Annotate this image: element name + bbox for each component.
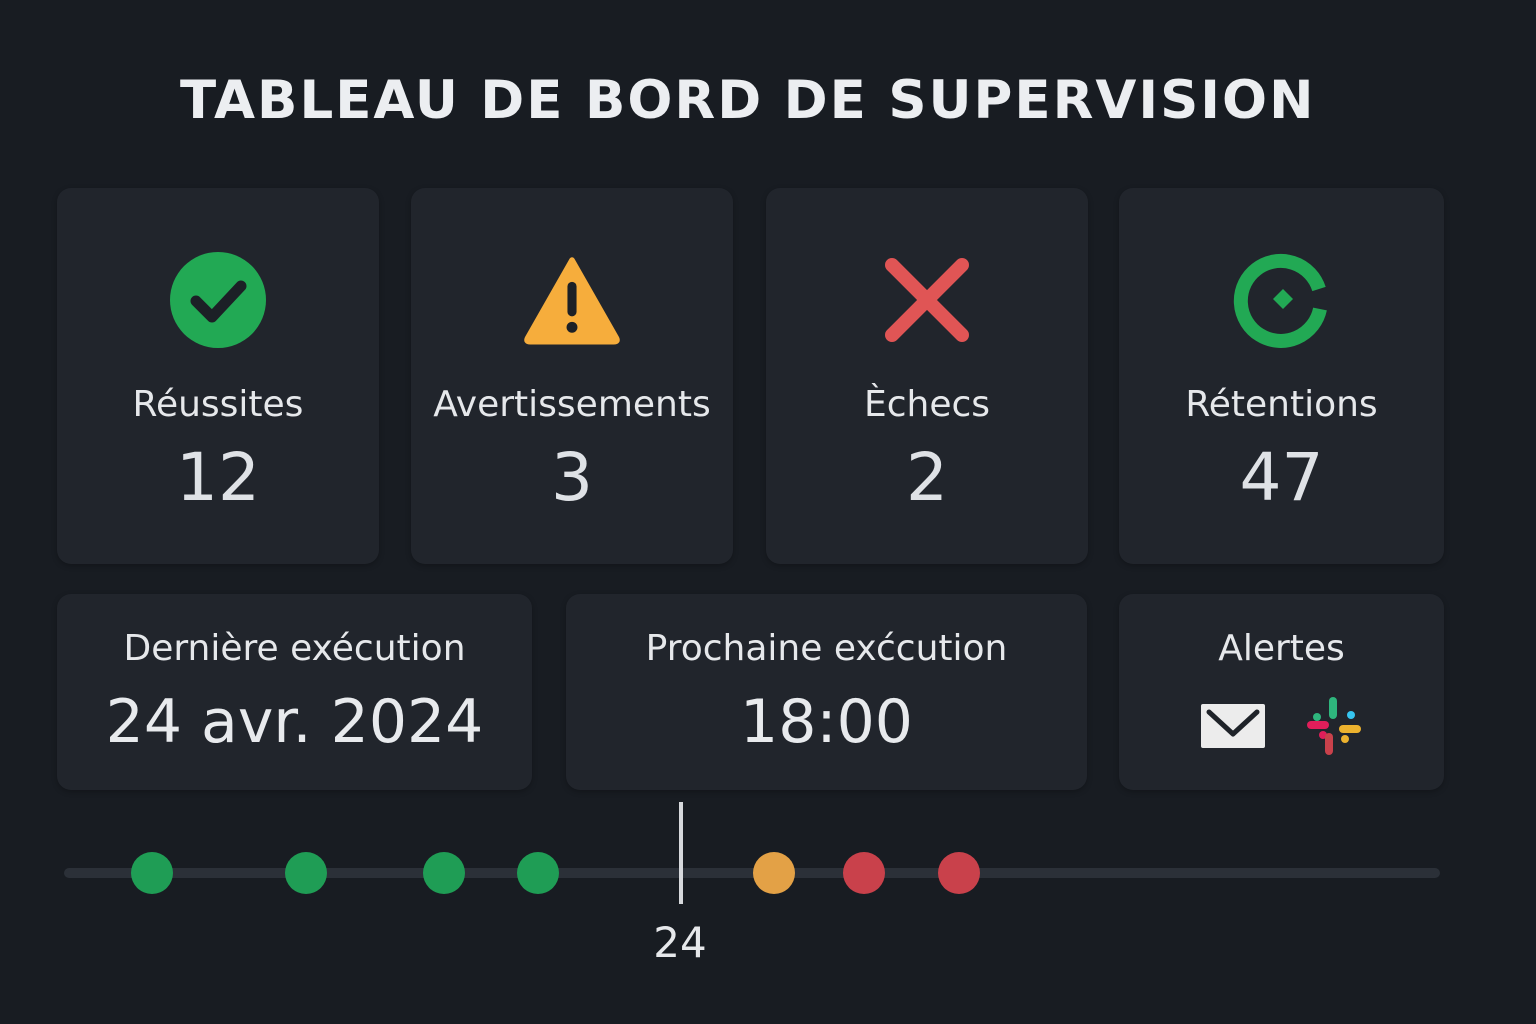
timeline-track	[64, 868, 1440, 878]
stat-card-failures[interactable]: Èchecs 2	[766, 188, 1088, 564]
timeline-event-dot-success[interactable]	[131, 852, 173, 894]
close-x-icon	[877, 250, 977, 350]
stat-label: Avertissements	[433, 384, 711, 425]
stat-card-warnings[interactable]: Avertissements 3	[411, 188, 733, 564]
stat-label: Réussites	[132, 384, 304, 425]
stat-label: Rétentions	[1185, 384, 1378, 425]
email-icon[interactable]	[1200, 704, 1265, 752]
timeline-event-dot-failure[interactable]	[938, 852, 980, 894]
last-run-label: Dernière exécution	[123, 628, 466, 669]
stat-value: 47	[1239, 439, 1324, 516]
stat-value: 12	[176, 439, 260, 516]
next-run-value: 18:00	[740, 687, 913, 757]
slack-icon[interactable]	[1305, 695, 1363, 761]
stat-card-successes[interactable]: Réussites 12	[57, 188, 379, 564]
next-run-card[interactable]: Prochaine exćcution 18:00	[566, 594, 1087, 790]
check-circle-icon	[168, 250, 268, 350]
stat-value: 2	[906, 439, 948, 516]
last-run-value: 24 avr. 2024	[105, 687, 484, 757]
timeline-marker-label: 24	[653, 918, 707, 967]
alert-channels	[1200, 695, 1363, 761]
timeline-event-dot-success[interactable]	[423, 852, 465, 894]
timeline-event-dot-success[interactable]	[517, 852, 559, 894]
timeline-marker	[679, 802, 683, 904]
retention-ring-icon	[1232, 250, 1332, 350]
warning-triangle-icon	[522, 250, 622, 350]
timeline-event-dot-failure[interactable]	[843, 852, 885, 894]
stat-card-retentions[interactable]: Rétentions 47	[1119, 188, 1444, 564]
page-title: TABLEAU DE BORD DE SUPERVISION	[180, 70, 1316, 131]
stat-label: Èchecs	[863, 384, 991, 425]
timeline-event-dot-warning[interactable]	[753, 852, 795, 894]
stat-value: 3	[551, 439, 593, 516]
alerts-card: Alertes	[1119, 594, 1444, 790]
last-run-card[interactable]: Dernière exécution 24 avr. 2024	[57, 594, 532, 790]
next-run-label: Prochaine exćcution	[645, 628, 1008, 669]
timeline-event-dot-success[interactable]	[285, 852, 327, 894]
alerts-label: Alertes	[1218, 628, 1345, 669]
